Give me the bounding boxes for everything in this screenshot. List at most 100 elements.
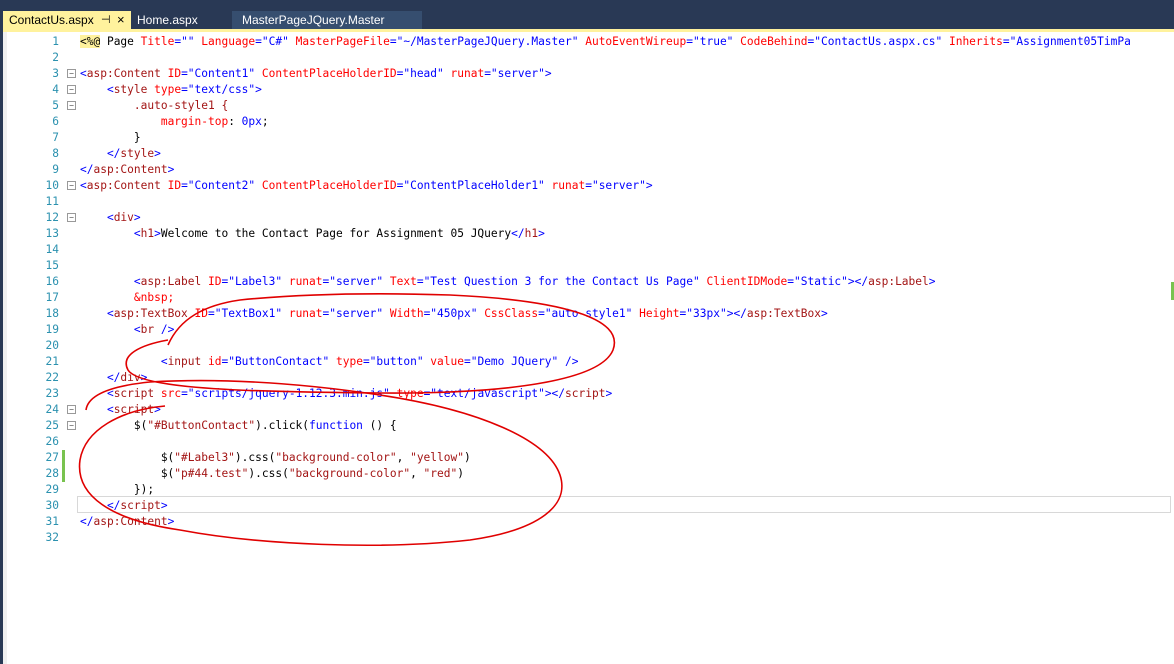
code-token: ).click(: [255, 419, 310, 432]
code-line[interactable]: 4− <style type="text/css">: [3, 82, 1174, 98]
code-token: script: [120, 499, 161, 512]
collapse-icon[interactable]: −: [67, 213, 76, 222]
code-token: </: [80, 499, 121, 512]
code-token: ="~/MasterPageJQuery.Master": [389, 35, 586, 48]
code-line[interactable]: 5− .auto-style1 {: [3, 98, 1174, 114]
code-token: ="Content1": [181, 67, 262, 80]
collapse-icon[interactable]: −: [67, 69, 76, 78]
change-indicator: [62, 450, 65, 466]
line-number: 4: [52, 83, 59, 96]
code-token: asp:Content: [86, 179, 161, 192]
code-token: >: [154, 147, 161, 160]
line-number: 20: [45, 339, 59, 352]
code-text: </script>: [80, 498, 168, 514]
collapse-icon[interactable]: −: [67, 181, 76, 190]
code-token: MasterPageFile: [295, 35, 390, 48]
collapse-icon[interactable]: −: [67, 405, 76, 414]
code-line[interactable]: 1 <%@ Page Title="" Language="C#" MasterP…: [3, 34, 1174, 50]
tab-masterpagejquery-master[interactable]: MasterPageJQuery.Master: [232, 11, 422, 29]
line-number: 14: [45, 243, 59, 256]
code-token: </: [80, 371, 121, 384]
code-token: ).css(: [248, 467, 289, 480]
code-text: <br />: [80, 322, 174, 338]
code-token: :: [228, 115, 242, 128]
code-token: ="Test Question 3 for the Contact Us Pag…: [416, 275, 707, 288]
code-line[interactable]: 16 <asp:Label ID="Label3" runat="server"…: [3, 274, 1174, 290]
code-token: "background-color": [288, 467, 411, 480]
line-number: 25: [45, 419, 59, 432]
code-token: ContentPlaceHolderID: [261, 67, 397, 80]
code-token: ="server": [322, 275, 390, 288]
code-line[interactable]: 17 &nbsp;: [3, 290, 1174, 306]
code-line[interactable]: 25− $("#ButtonContact").click(function (…: [3, 418, 1174, 434]
code-line[interactable]: 11: [3, 194, 1174, 210]
code-line[interactable]: 9 </asp:Content>: [3, 162, 1174, 178]
code-token: type: [396, 387, 424, 400]
code-line[interactable]: 20: [3, 338, 1174, 354]
line-number: 31: [45, 515, 59, 528]
code-token: >: [544, 67, 552, 80]
code-token: ="server": [585, 179, 646, 192]
line-number: 30: [45, 499, 59, 512]
code-line[interactable]: 26: [3, 434, 1174, 450]
code-line[interactable]: 28 $("p#44.test").css("background-color"…: [3, 466, 1174, 482]
collapse-icon[interactable]: −: [67, 421, 76, 430]
code-token: br: [140, 323, 155, 336]
code-line[interactable]: 10− <asp:Content ID="Content2" ContentPla…: [3, 178, 1174, 194]
code-line[interactable]: 2: [3, 50, 1174, 66]
code-token: ="ContactUs.aspx.cs": [807, 35, 949, 48]
code-text: </asp:Content>: [80, 162, 174, 178]
line-number: 9: [52, 163, 59, 176]
code-line[interactable]: 30 </script>: [3, 498, 1174, 514]
code-line[interactable]: 22 </div>: [3, 370, 1174, 386]
code-line[interactable]: 15: [3, 258, 1174, 274]
code-line[interactable]: 13 <h1>Welcome to the Contact Page for A…: [3, 226, 1174, 242]
tab-label: ContactUs.aspx: [9, 13, 94, 27]
code-token: asp:Label: [868, 275, 929, 288]
code-line[interactable]: 8 </style>: [3, 146, 1174, 162]
code-token: ="Content2": [181, 179, 262, 192]
close-icon[interactable]: ×: [117, 11, 125, 29]
code-token: runat: [551, 179, 586, 192]
code-token: Text: [389, 275, 417, 288]
collapse-icon[interactable]: −: [67, 85, 76, 94]
code-token: div: [120, 371, 141, 384]
code-token: ="button": [362, 355, 431, 368]
collapse-icon[interactable]: −: [67, 101, 76, 110]
code-token: >: [645, 179, 653, 192]
code-token: h1: [140, 227, 155, 240]
code-line[interactable]: 18 <asp:TextBox ID="TextBox1" runat="ser…: [3, 306, 1174, 322]
code-text: margin-top: 0px;: [80, 114, 269, 130]
code-line[interactable]: 24− <script>: [3, 402, 1174, 418]
tab-contactus-aspx[interactable]: ContactUs.aspx ⊣ ×: [3, 11, 131, 29]
line-number: 8: [52, 147, 59, 160]
code-line[interactable]: 7 }: [3, 130, 1174, 146]
code-text: <asp:Content ID="Content2" ContentPlaceH…: [80, 178, 653, 194]
code-line[interactable]: 3− <asp:Content ID="Content1" ContentPlac…: [3, 66, 1174, 82]
code-line[interactable]: 27 $("#Label3").css("background-color", …: [3, 450, 1174, 466]
code-token: ="ButtonContact": [221, 355, 336, 368]
code-token: >: [538, 227, 545, 240]
code-line[interactable]: 14: [3, 242, 1174, 258]
code-line[interactable]: 12− <div>: [3, 210, 1174, 226]
code-line[interactable]: 31 </asp:Content>: [3, 514, 1174, 530]
code-line[interactable]: 29 });: [3, 482, 1174, 498]
code-token: ID: [160, 67, 182, 80]
code-token: ClientIDMode: [706, 275, 788, 288]
code-editor[interactable]: 1 <%@ Page Title="" Language="C#" MasterP…: [3, 32, 1174, 664]
code-token: >: [154, 403, 161, 416]
editor-left-margin: [3, 32, 7, 664]
code-token: </: [511, 227, 525, 240]
pin-icon[interactable]: ⊣: [101, 11, 111, 29]
tab-home-aspx[interactable]: Home.aspx: [133, 11, 233, 29]
code-token: <: [80, 387, 114, 400]
line-number: 29: [45, 483, 59, 496]
code-line[interactable]: 32: [3, 530, 1174, 546]
code-line[interactable]: 23 <script src="scripts/jquery-1.12.3.mi…: [3, 386, 1174, 402]
code-text: $("p#44.test").css("background-color", "…: [80, 466, 464, 482]
code-line[interactable]: 6 margin-top: 0px;: [3, 114, 1174, 130]
code-token: "#Label3": [174, 451, 235, 464]
code-line[interactable]: 19 <br />: [3, 322, 1174, 338]
code-line[interactable]: 21 <input id="ButtonContact" type="butto…: [3, 354, 1174, 370]
code-token: <: [80, 227, 141, 240]
